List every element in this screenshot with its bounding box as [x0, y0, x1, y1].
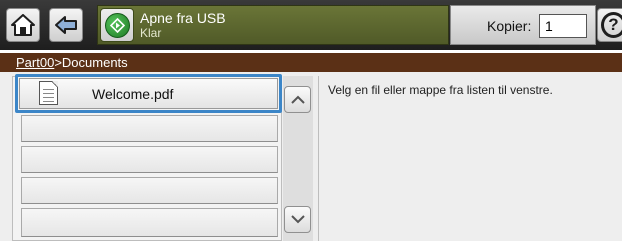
home-icon [11, 14, 35, 36]
breadcrumb-separator: > [54, 55, 62, 70]
list-item[interactable] [21, 208, 278, 237]
job-title: Apne fra USB [140, 10, 226, 26]
start-button[interactable] [100, 8, 134, 42]
document-icon [39, 81, 58, 105]
list-item[interactable] [21, 115, 278, 142]
breadcrumb-parent-link[interactable]: Part00 [16, 55, 54, 70]
file-name: Welcome.pdf [92, 86, 174, 102]
copies-input[interactable]: 1 [539, 14, 587, 38]
chevron-up-icon [290, 95, 305, 104]
help-icon: ? [601, 12, 622, 38]
info-message: Velg en fil eller mappe fra listen til v… [328, 83, 553, 97]
scroll-down-button[interactable] [284, 206, 311, 233]
home-button[interactable] [6, 8, 40, 42]
chevron-down-icon [290, 215, 305, 224]
back-button[interactable] [49, 8, 83, 42]
copies-label: Kopier: [487, 18, 532, 34]
back-arrow-icon [55, 16, 77, 34]
list-item[interactable] [21, 177, 278, 204]
scroll-up-button[interactable] [284, 86, 311, 113]
help-button[interactable]: ? [597, 8, 622, 42]
breadcrumb: Part00>Documents [0, 53, 622, 72]
device-status: Klar [140, 26, 162, 40]
start-diamond-icon [104, 12, 130, 38]
divider [318, 76, 319, 241]
list-item[interactable] [21, 146, 278, 173]
breadcrumb-current: Documents [61, 55, 128, 70]
